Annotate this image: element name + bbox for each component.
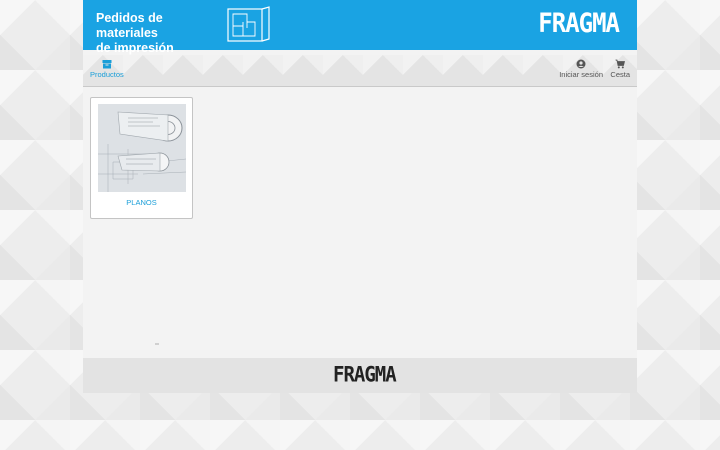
footer-logo: FRAGMA xyxy=(333,362,397,388)
page-container: Pedidos de materiales de impresión FRAGM… xyxy=(83,0,637,393)
user-icon xyxy=(576,59,586,69)
box-icon xyxy=(102,60,112,69)
cart-icon xyxy=(615,59,626,69)
products-grid: PLANOS xyxy=(83,88,637,358)
nav-login-label: Iniciar sesión xyxy=(559,70,603,79)
product-label: PLANOS xyxy=(126,198,157,207)
page-footer: FRAGMA xyxy=(83,358,637,393)
product-card[interactable]: PLANOS xyxy=(90,97,193,219)
decorative-divider xyxy=(155,343,159,345)
nav-cart[interactable]: Cesta xyxy=(610,59,630,80)
nav-products-label: Productos xyxy=(90,70,124,79)
nav-cart-label: Cesta xyxy=(610,70,630,79)
nav-products[interactable]: Productos xyxy=(90,59,124,80)
blueprint-icon xyxy=(227,6,270,42)
main-navbar: Productos Iniciar sesión Cesta xyxy=(83,55,637,87)
brand-logo[interactable]: FRAGMA xyxy=(538,8,620,39)
nav-login[interactable]: Iniciar sesión xyxy=(559,59,603,80)
blueprint-rolls-image xyxy=(98,104,186,192)
app-header: Pedidos de materiales de impresión FRAGM… xyxy=(83,0,637,55)
page-title: Pedidos de materiales de impresión xyxy=(96,11,174,55)
